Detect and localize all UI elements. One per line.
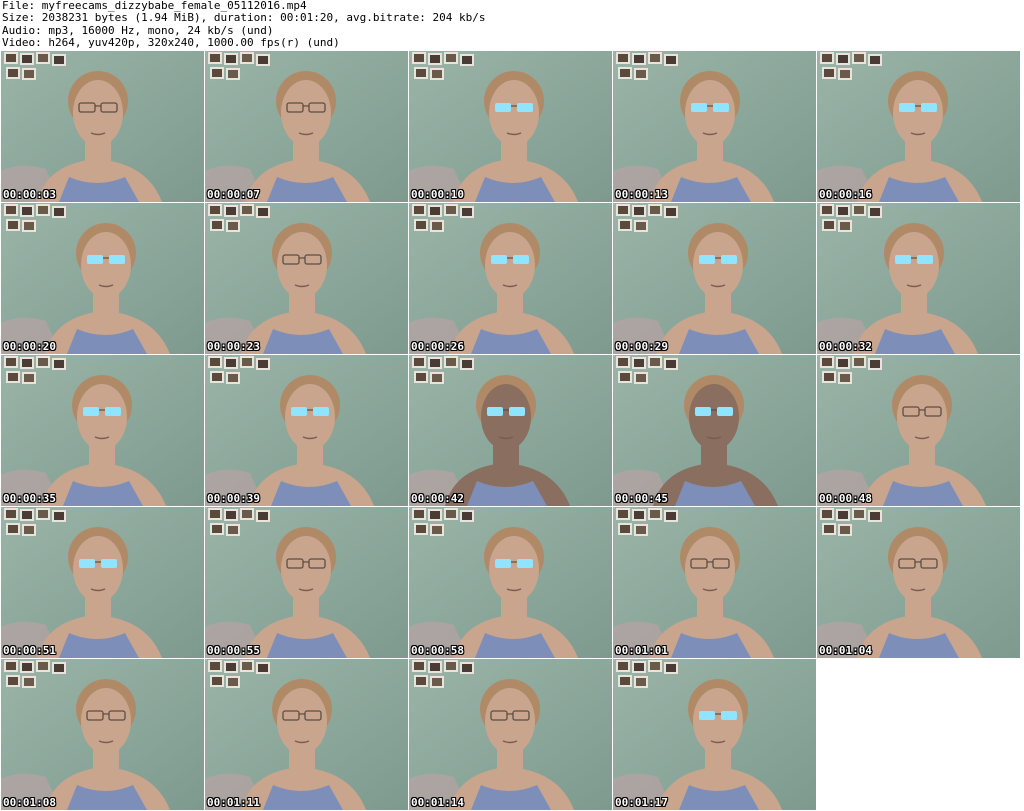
frame-image bbox=[1, 355, 204, 506]
frame-timestamp: 00:01:17 bbox=[615, 796, 668, 809]
frame-timestamp: 00:01:11 bbox=[207, 796, 260, 809]
video-frame-thumbnail: 00:00:20 bbox=[1, 203, 205, 355]
frame-timestamp: 00:00:23 bbox=[207, 340, 260, 353]
frame-timestamp: 00:00:29 bbox=[615, 340, 668, 353]
thumbnail-grid: 00:00:03 00:00:07 00:00:10 00:00:13 00:00:16… bbox=[1, 51, 1021, 811]
frame-timestamp: 00:00:07 bbox=[207, 188, 260, 201]
video-frame-thumbnail: 00:00:07 bbox=[205, 51, 409, 203]
frame-image bbox=[817, 355, 1020, 506]
frame-timestamp: 00:00:55 bbox=[207, 644, 260, 657]
video-frame-thumbnail: 00:00:13 bbox=[613, 51, 817, 203]
frame-image bbox=[409, 203, 612, 354]
video-frame-thumbnail: 00:00:03 bbox=[1, 51, 205, 203]
frame-image bbox=[205, 507, 408, 658]
frame-image bbox=[613, 51, 816, 202]
video-frame-thumbnail: 00:00:23 bbox=[205, 203, 409, 355]
video-frame-thumbnail: 00:01:04 bbox=[817, 507, 1021, 659]
frame-timestamp: 00:01:04 bbox=[819, 644, 872, 657]
file-size-line: Size: 2038231 bytes (1.94 MiB), duration… bbox=[2, 11, 486, 25]
frame-timestamp: 00:00:48 bbox=[819, 492, 872, 505]
frame-timestamp: 00:00:03 bbox=[3, 188, 56, 201]
frame-image bbox=[409, 507, 612, 658]
frame-timestamp: 00:00:35 bbox=[3, 492, 56, 505]
video-frame-thumbnail: 00:00:45 bbox=[613, 355, 817, 507]
frame-timestamp: 00:01:01 bbox=[615, 644, 668, 657]
video-frame-thumbnail: 00:00:29 bbox=[613, 203, 817, 355]
video-frame-thumbnail: 00:00:16 bbox=[817, 51, 1021, 203]
frame-image bbox=[1, 659, 204, 810]
video-frame-thumbnail: 00:01:11 bbox=[205, 659, 409, 811]
frame-timestamp: 00:00:32 bbox=[819, 340, 872, 353]
video-frame-thumbnail: 00:00:55 bbox=[205, 507, 409, 659]
frame-image bbox=[817, 51, 1020, 202]
frame-timestamp: 00:00:10 bbox=[411, 188, 464, 201]
video-frame-thumbnail: 00:00:10 bbox=[409, 51, 613, 203]
frame-image bbox=[613, 355, 816, 506]
video-frame-thumbnail: 00:01:17 bbox=[613, 659, 817, 811]
video-info-header: File: myfreecams_dizzybabe_female_051120… bbox=[2, 0, 485, 50]
frame-image bbox=[205, 203, 408, 354]
video-frame-thumbnail: 00:01:14 bbox=[409, 659, 613, 811]
frame-timestamp: 00:00:42 bbox=[411, 492, 464, 505]
frame-image bbox=[1, 507, 204, 658]
frame-timestamp: 00:00:26 bbox=[411, 340, 464, 353]
video-frame-thumbnail: 00:00:48 bbox=[817, 355, 1021, 507]
frame-image bbox=[613, 203, 816, 354]
video-frame-thumbnail: 00:01:08 bbox=[1, 659, 205, 811]
video-info-line: Video: h264, yuv420p, 320x240, 1000.00 f… bbox=[2, 36, 340, 50]
video-frame-thumbnail: 00:00:42 bbox=[409, 355, 613, 507]
frame-image bbox=[205, 659, 408, 810]
video-frame-thumbnail: 00:00:58 bbox=[409, 507, 613, 659]
frame-timestamp: 00:00:13 bbox=[615, 188, 668, 201]
video-frame-thumbnail: 00:01:01 bbox=[613, 507, 817, 659]
video-frame-thumbnail: 00:00:51 bbox=[1, 507, 205, 659]
frame-timestamp: 00:00:45 bbox=[615, 492, 668, 505]
frame-image bbox=[1, 203, 204, 354]
frame-image bbox=[409, 659, 612, 810]
frame-timestamp: 00:00:20 bbox=[3, 340, 56, 353]
frame-image bbox=[613, 507, 816, 658]
frame-timestamp: 00:00:58 bbox=[411, 644, 464, 657]
video-frame-thumbnail: 00:00:39 bbox=[205, 355, 409, 507]
frame-image bbox=[205, 51, 408, 202]
video-frame-thumbnail: 00:00:32 bbox=[817, 203, 1021, 355]
frame-timestamp: 00:01:14 bbox=[411, 796, 464, 809]
frame-timestamp: 00:00:39 bbox=[207, 492, 260, 505]
frame-image bbox=[205, 355, 408, 506]
frame-timestamp: 00:01:08 bbox=[3, 796, 56, 809]
video-frame-thumbnail: 00:00:35 bbox=[1, 355, 205, 507]
frame-image bbox=[409, 51, 612, 202]
video-frame-thumbnail: 00:00:26 bbox=[409, 203, 613, 355]
frame-timestamp: 00:00:51 bbox=[3, 644, 56, 657]
frame-image bbox=[817, 507, 1020, 658]
frame-timestamp: 00:00:16 bbox=[819, 188, 872, 201]
frame-image bbox=[409, 355, 612, 506]
frame-image bbox=[817, 203, 1020, 354]
frame-image bbox=[613, 659, 816, 810]
frame-image bbox=[1, 51, 204, 202]
